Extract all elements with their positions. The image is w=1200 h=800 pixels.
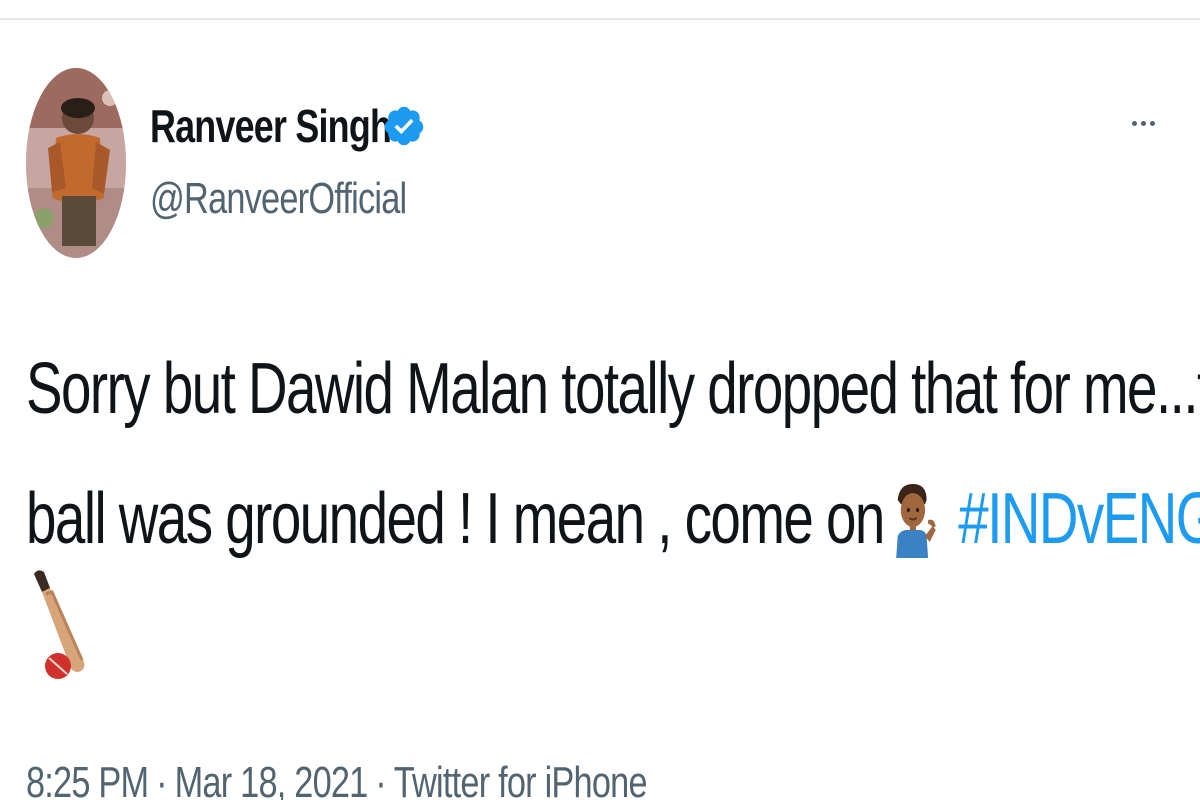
avatar-photo	[26, 68, 126, 258]
more-horizontal-icon	[1140, 120, 1146, 126]
tweet-time[interactable]: 8:25 PM	[26, 758, 149, 800]
man-tipping-hand-emoji-icon	[895, 484, 936, 558]
cricket-game-emoji-icon	[34, 570, 85, 679]
top-divider	[0, 18, 1200, 20]
verified-badge-icon	[384, 106, 424, 146]
more-horizontal-icon	[1149, 120, 1155, 126]
tweet-metadata: 8:25 PM · Mar 18, 2021 · Twitter for iPhone	[26, 758, 648, 800]
author-identity: Ranveer Singh @RanveerOfficial	[150, 96, 479, 224]
author-handle[interactable]: @RanveerOfficial	[150, 174, 407, 224]
meta-separator-1: ·	[156, 758, 167, 800]
hashtag-link[interactable]: #INDvENG	[958, 479, 1200, 559]
more-options-button[interactable]	[1118, 108, 1168, 138]
tweet-text: Sorry but Dawid Malan totally dropped th…	[26, 349, 1200, 559]
display-name-row: Ranveer Singh	[150, 96, 479, 156]
tweet-header: Ranveer Singh @RanveerOfficial	[26, 68, 1176, 268]
meta-separator-2: ·	[375, 758, 386, 800]
tweet-text-line-2-text: ball was grounded ! I mean , come on	[26, 479, 885, 559]
more-horizontal-icon	[1131, 120, 1137, 126]
tweet-screenshot: Ranveer Singh @RanveerOfficial Sorry but…	[0, 0, 1200, 800]
tweet-date[interactable]: Mar 18, 2021	[175, 758, 369, 800]
tweet-text-line-1: Sorry but Dawid Malan totally dropped th…	[26, 349, 1200, 429]
tweet-source[interactable]: Twitter for iPhone	[394, 758, 648, 800]
author-avatar[interactable]	[26, 68, 126, 258]
tweet-text-line-2: ball was grounded ! I mean , come on #IN…	[26, 479, 1200, 559]
author-display-name[interactable]: Ranveer Singh	[150, 99, 392, 153]
